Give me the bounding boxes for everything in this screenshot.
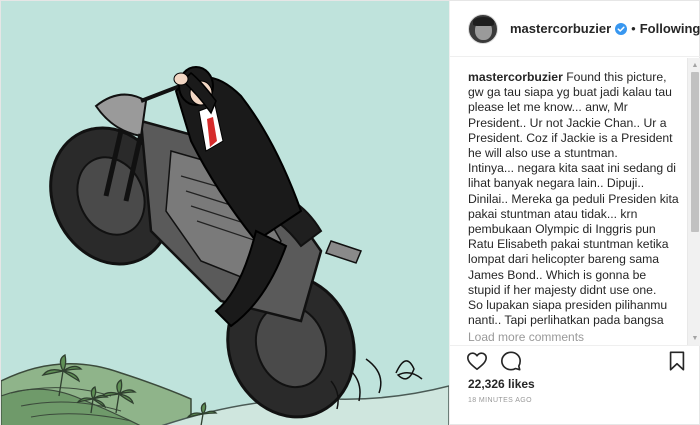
- post-header: mastercorbuzier • Following: [450, 1, 700, 57]
- comments-scrollbar[interactable]: ▲ ▼: [687, 58, 700, 345]
- comment-bubble-icon[interactable]: [500, 350, 522, 372]
- scroll-down-arrow-icon[interactable]: ▼: [688, 331, 700, 345]
- illustration-president-motorbike: [1, 1, 449, 425]
- comments-area: mastercorbuzier Found this picture, gw g…: [450, 58, 700, 345]
- username-link[interactable]: mastercorbuzier: [510, 21, 611, 36]
- post-details-panel: mastercorbuzier • Following mastercorbuz…: [449, 1, 700, 425]
- instagram-post: mastercorbuzier • Following mastercorbuz…: [0, 0, 700, 425]
- avatar[interactable]: [468, 13, 498, 44]
- scroll-thumb[interactable]: [691, 72, 699, 232]
- following-button[interactable]: Following: [640, 21, 700, 36]
- caption-author-link[interactable]: mastercorbuzier: [468, 70, 563, 84]
- caption-text: Found this picture, gw ga tau siapa yg b…: [468, 70, 679, 345]
- heart-icon[interactable]: [466, 350, 488, 372]
- action-bar: [450, 345, 700, 375]
- bookmark-icon[interactable]: [666, 350, 688, 372]
- verified-badge-icon: [615, 22, 628, 35]
- caption: mastercorbuzier Found this picture, gw g…: [468, 70, 682, 345]
- post-timestamp[interactable]: 18 MINUTES AGO: [468, 397, 532, 404]
- scroll-up-arrow-icon[interactable]: ▲: [688, 58, 700, 72]
- likes-count[interactable]: 22,326 likes: [468, 377, 535, 391]
- separator-dot: •: [631, 21, 636, 36]
- load-more-comments-link[interactable]: Load more comments: [468, 330, 688, 344]
- post-image[interactable]: [1, 1, 449, 425]
